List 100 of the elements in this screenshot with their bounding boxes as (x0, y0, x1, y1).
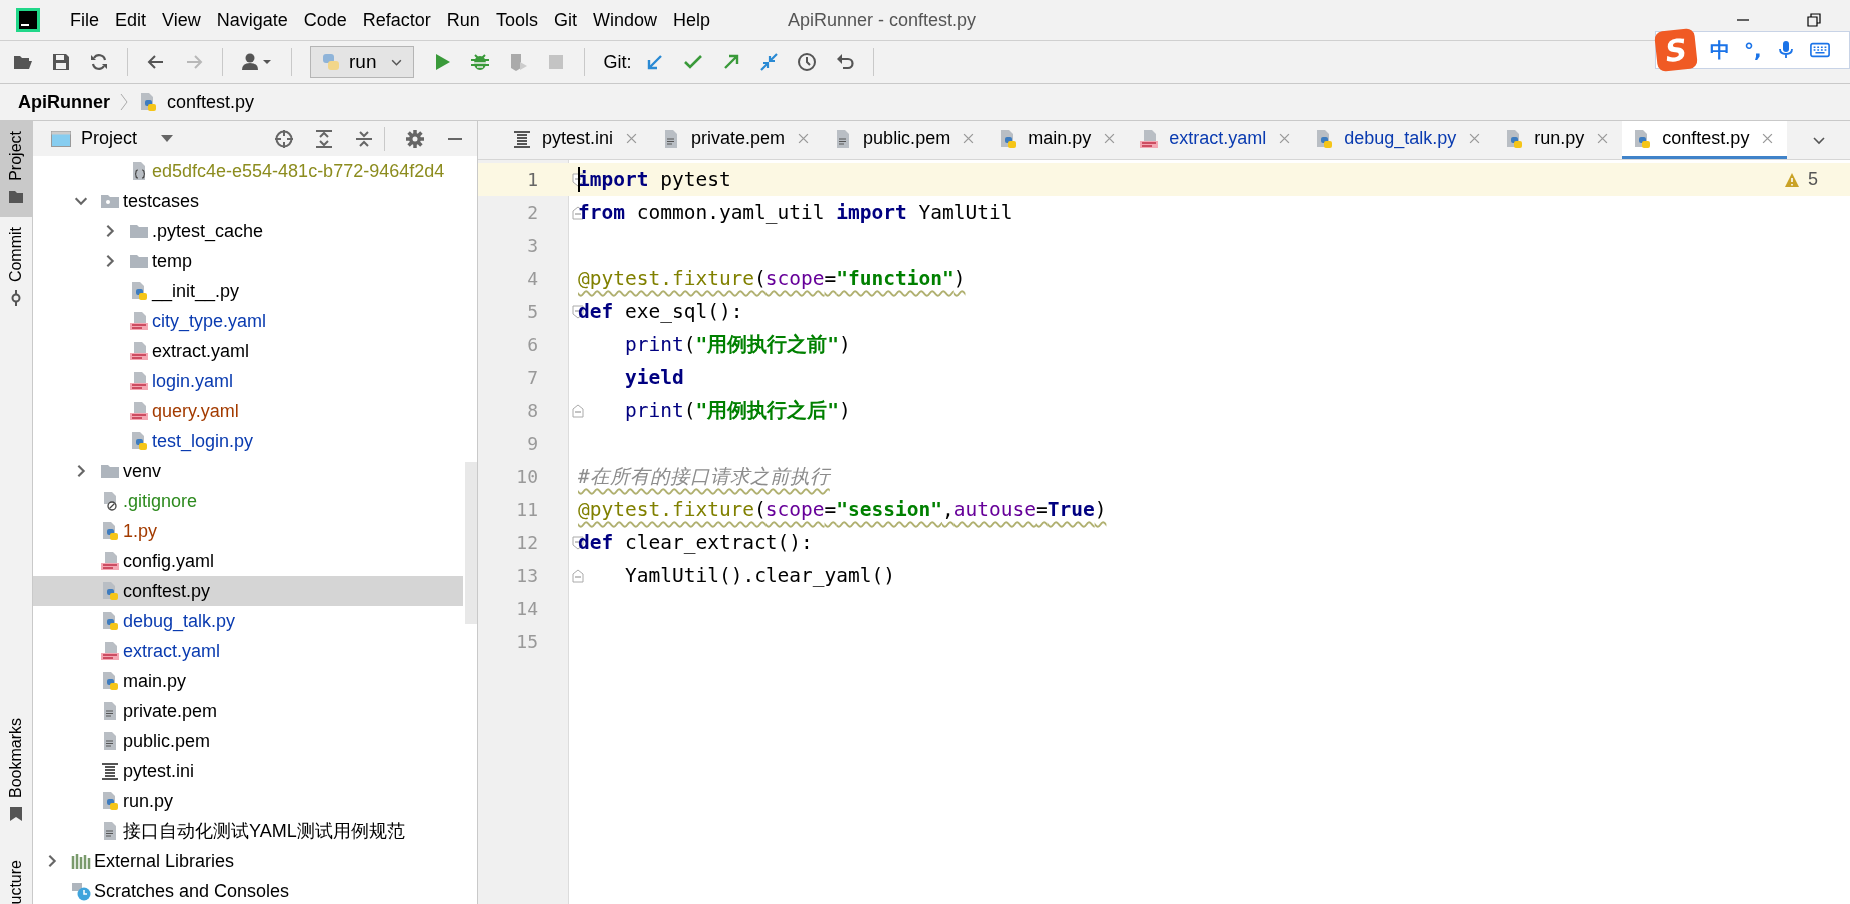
tree-item[interactable]: extract.yaml (33, 336, 463, 366)
line-number: 7 (526, 367, 538, 388)
menu-item[interactable]: Git (545, 5, 585, 35)
tree-item[interactable]: test_login.py (33, 426, 463, 456)
yaml-file-icon (129, 401, 149, 421)
save-icon[interactable] (51, 52, 71, 72)
menu-item[interactable]: Code (295, 5, 355, 35)
tool-window-tab[interactable]: Commit (0, 216, 32, 318)
restore-icon[interactable] (1806, 12, 1822, 28)
editor-tab[interactable]: private.pem (651, 121, 824, 159)
run-configuration-dropdown[interactable]: run (310, 46, 415, 78)
tree-item[interactable]: extract.yaml (33, 636, 463, 666)
tree-item[interactable]: config.yaml (33, 546, 463, 576)
close-icon[interactable] (1762, 133, 1774, 144)
editor-tab[interactable]: pytest.ini (502, 121, 652, 159)
editor-tab[interactable]: conftest.py (1622, 121, 1788, 159)
tree-item[interactable]: temp (33, 246, 463, 276)
line-number: 3 (526, 235, 538, 256)
tool-window-tab[interactable]: Bookmarks (0, 707, 32, 834)
panel-title[interactable]: Project (81, 128, 138, 149)
language-mode-toggle[interactable]: 中 (1710, 36, 1730, 64)
python-file-icon (998, 128, 1019, 149)
git-label: Git: (603, 51, 632, 73)
python-file-icon (1504, 128, 1525, 149)
tree-item[interactable]: private.pem (33, 696, 463, 726)
tree-item[interactable]: public.pem (33, 726, 463, 756)
breadcrumb-project[interactable]: ApiRunner (18, 91, 110, 113)
code-text: from common.yaml_util import YamlUtil (578, 201, 1013, 224)
locate-icon[interactable] (274, 128, 294, 149)
menu-item[interactable]: Refactor (354, 5, 439, 35)
merge-arrows-icon[interactable] (759, 52, 780, 72)
menu-item[interactable]: File (62, 5, 107, 35)
line-number: 6 (526, 334, 538, 355)
line-number: 4 (526, 268, 538, 289)
undo-icon[interactable] (835, 52, 856, 72)
scrollbar-thumb[interactable] (465, 462, 477, 624)
python-file-icon (100, 671, 120, 691)
line-number: 8 (526, 400, 538, 421)
tree-item[interactable]: venv (33, 456, 463, 486)
python-file-icon (100, 791, 120, 811)
tree-item[interactable]: External Libraries (33, 846, 463, 876)
fold-end-marker-icon[interactable] (572, 403, 584, 418)
expand-all-icon[interactable] (314, 128, 334, 149)
tool-window-tab[interactable]: Project (0, 121, 32, 217)
menu-item[interactable]: Window (584, 5, 665, 35)
tree-item[interactable]: city_type.yaml (33, 306, 463, 336)
warnings-indicator[interactable]: 5 (1784, 169, 1818, 190)
code-text: @pytest.fixture(scope="session",autouse=True) (578, 498, 1107, 521)
punctuation-toggle[interactable]: °, (1744, 38, 1762, 62)
menu-item[interactable]: Navigate (208, 5, 296, 35)
tree-item[interactable]: .pytest_cache (33, 216, 463, 246)
python-file-icon (1632, 128, 1653, 149)
line-number: 12 (515, 532, 538, 553)
tree-item[interactable]: run.py (33, 786, 463, 816)
python-file-icon (100, 611, 120, 631)
tree-item[interactable]: 接口自动化测试YAML测试用例规范 (33, 816, 463, 846)
menu-item[interactable]: Help (664, 5, 718, 35)
tree-item[interactable]: debug_talk.py (33, 606, 463, 636)
editor-tab[interactable]: public.pem (823, 121, 989, 159)
tree-item[interactable]: testcases (33, 186, 463, 216)
menu-item[interactable]: Run (438, 5, 488, 35)
line-number: 15 (515, 631, 538, 652)
editor-tab[interactable]: main.py (988, 121, 1130, 159)
editor-tab[interactable]: extract.yaml (1129, 121, 1305, 159)
bookmark-icon (8, 805, 24, 822)
tree-item[interactable]: login.yaml (33, 366, 463, 396)
tree-item[interactable]: conftest.py (33, 576, 463, 606)
sync-icon[interactable] (89, 52, 109, 72)
dropdown-arrow-icon[interactable] (161, 134, 174, 143)
editor-tab[interactable]: debug_talk.py (1304, 121, 1495, 159)
keyboard-icon[interactable] (1809, 40, 1830, 60)
menu-item[interactable]: View (154, 5, 209, 35)
line-number: 5 (526, 301, 538, 322)
fold-end-marker-icon[interactable] (572, 568, 584, 583)
menu-item[interactable]: Tools (487, 5, 546, 35)
yaml-file-icon (100, 551, 120, 571)
tree-item[interactable]: ed5dfc4e-e554-481c-b772-9464f2d4 (33, 156, 463, 186)
yaml-file-icon (129, 341, 149, 361)
tree-item[interactable]: main.py (33, 666, 463, 696)
tree-item[interactable]: query.yaml (33, 396, 463, 426)
settings-icon[interactable] (405, 128, 425, 149)
tool-window-tab[interactable]: ucture (0, 849, 32, 904)
breadcrumb-file[interactable]: conftest.py (167, 91, 255, 113)
tree-item[interactable]: pytest.ini (33, 756, 463, 786)
user-dropdown-icon[interactable] (241, 52, 273, 72)
tree-item[interactable]: .gitignore (33, 486, 463, 516)
collapse-all-icon[interactable] (354, 128, 374, 149)
tree-item[interactable]: __init__.py (33, 276, 463, 306)
tree-item[interactable]: Scratches and Consoles (33, 876, 463, 904)
clock-icon[interactable] (797, 52, 818, 72)
python-file-icon (129, 431, 149, 451)
tree-item[interactable]: 1.py (33, 516, 463, 546)
editor-tab[interactable]: run.py (1494, 121, 1623, 159)
bug-icon[interactable] (470, 52, 491, 72)
menu-item[interactable]: Edit (107, 5, 155, 35)
code-text: #在所有的接口请求之前执行 (578, 464, 830, 490)
warnings-count: 5 (1808, 169, 1818, 190)
code-text: def clear_extract(): (578, 531, 813, 554)
line-number: 14 (515, 598, 538, 619)
line-number: 9 (526, 433, 538, 454)
